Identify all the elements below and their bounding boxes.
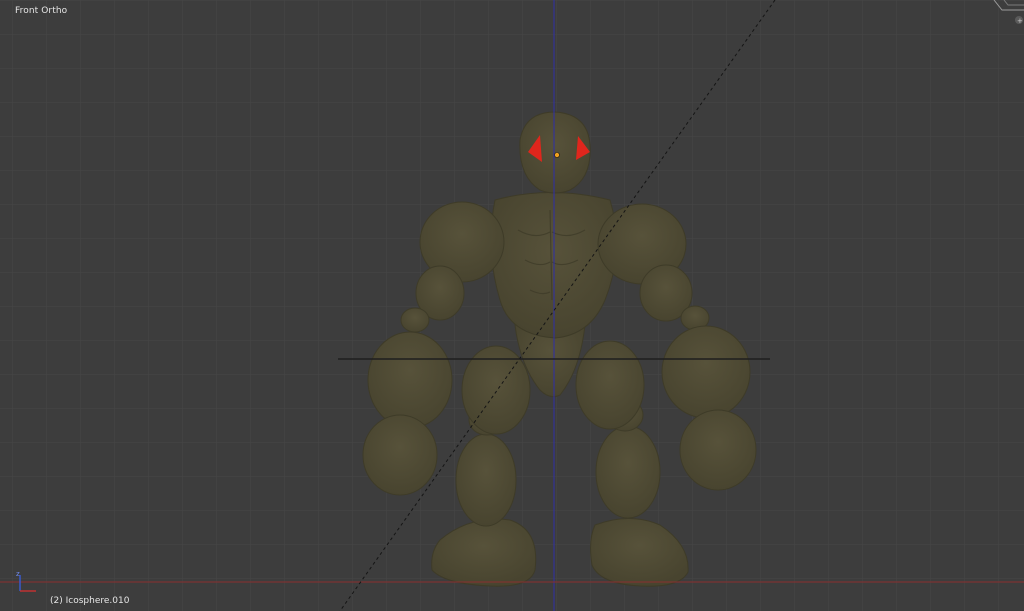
left-forearm	[367, 331, 453, 429]
3d-viewport[interactable]: z Front Ortho (2) Icosphere.010 +	[0, 0, 1024, 611]
object-origin-icon[interactable]	[554, 152, 560, 158]
left-hand	[362, 414, 438, 496]
right-thigh	[575, 340, 645, 430]
left-elbow	[400, 307, 430, 333]
active-object-label: (2) Icosphere.010	[50, 596, 130, 606]
corner-split-icon[interactable]: +	[988, 0, 1024, 28]
viewport-scene[interactable]: z	[0, 0, 1024, 611]
left-shin	[455, 433, 517, 527]
svg-text:z: z	[16, 570, 20, 578]
right-forearm	[661, 325, 751, 419]
view-mode-label: Front Ortho	[15, 6, 68, 16]
right-shin	[595, 425, 661, 519]
svg-text:+: +	[1017, 17, 1023, 25]
right-hand	[679, 409, 757, 491]
